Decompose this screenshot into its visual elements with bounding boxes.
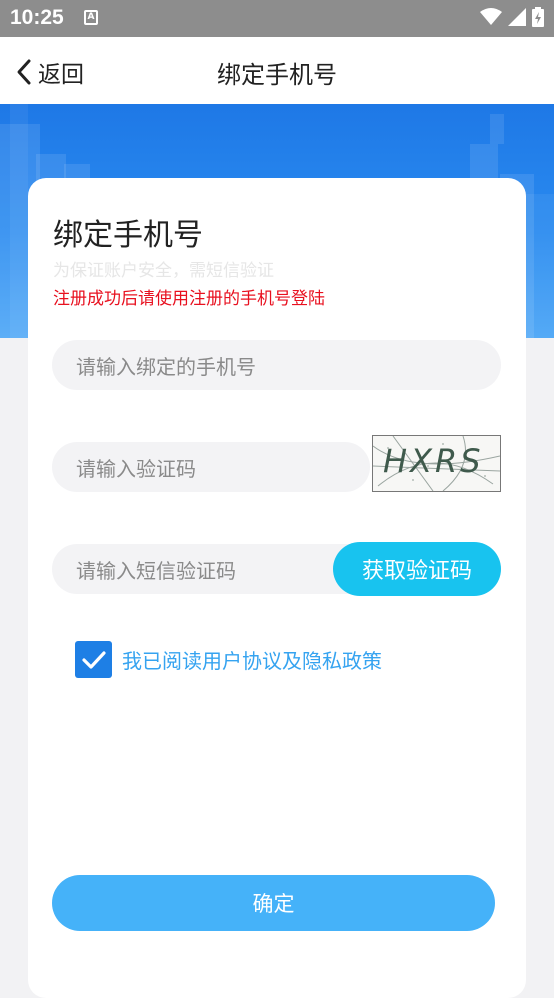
agreement-checkbox[interactable] (75, 641, 112, 678)
phone-placeholder: 请输入绑定的手机号 (76, 354, 256, 379)
captcha-placeholder: 请输入验证码 (76, 456, 196, 481)
nav-bar: 返回 绑定手机号 (0, 37, 554, 104)
get-sms-code-button[interactable]: 获取验证码 (333, 542, 501, 596)
notification-icon: A (84, 10, 98, 25)
signal-icon (508, 8, 526, 26)
agreement-row[interactable]: 我已阅读用户协议及隐私政策 (75, 641, 382, 678)
captcha-image[interactable]: HXRS (372, 435, 501, 492)
phone-input[interactable]: 请输入绑定的手机号 (52, 340, 501, 390)
confirm-button[interactable]: 确定 (52, 875, 495, 931)
system-icons (480, 7, 544, 27)
battery-icon (532, 7, 544, 27)
warning-text: 注册成功后请使用注册的手机号登陆 (53, 289, 325, 309)
status-bar: 10:25 A (0, 0, 554, 37)
captcha-input[interactable]: 请输入验证码 (52, 442, 370, 492)
page-title: 绑定手机号 (217, 61, 337, 89)
status-time: 10:25 (10, 6, 64, 29)
card-heading: 绑定手机号 (53, 218, 203, 253)
sms-code-placeholder: 请输入短信验证码 (76, 558, 236, 583)
bind-phone-card: 绑定手机号 为保证账户安全，需短信验证 注册成功后请使用注册的手机号登陆 请输入… (28, 178, 526, 998)
captcha-text: HXRS (383, 442, 484, 480)
wifi-icon (480, 8, 502, 25)
card-subtitle: 为保证账户安全，需短信验证 (53, 261, 274, 281)
agreement-label[interactable]: 我已阅读用户协议及隐私政策 (122, 645, 382, 674)
check-icon (81, 650, 106, 669)
